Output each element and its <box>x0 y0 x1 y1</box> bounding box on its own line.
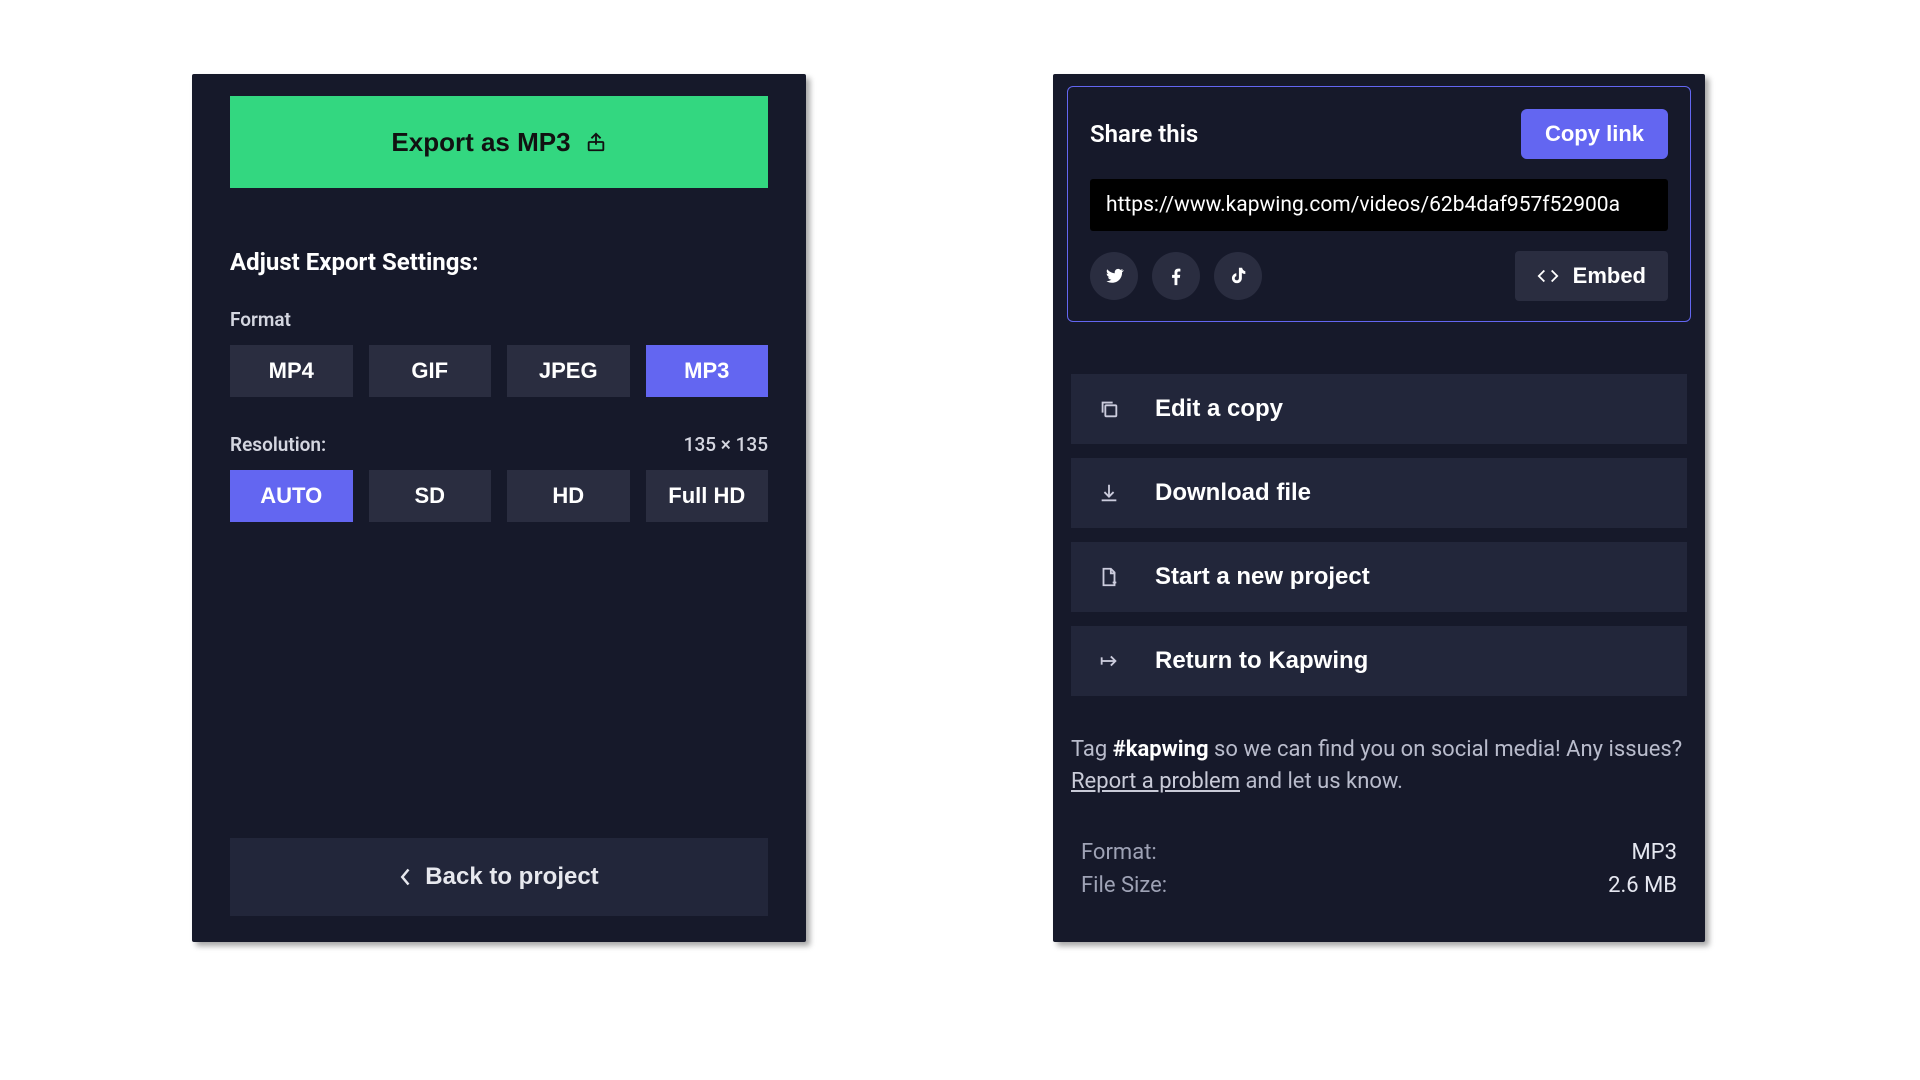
export-button-label: Export as MP3 <box>391 127 570 158</box>
meta-size-label: File Size: <box>1081 869 1167 902</box>
return-label: Return to Kapwing <box>1155 647 1368 675</box>
format-mp4[interactable]: MP4 <box>230 345 353 397</box>
new-project-button[interactable]: Start a new project <box>1071 542 1687 612</box>
meta-format-label: Format: <box>1081 836 1157 869</box>
resolution-fullhd[interactable]: Full HD <box>646 470 769 522</box>
resolution-chip-row: AUTO SD HD Full HD <box>230 470 768 522</box>
blurb-pre: Tag <box>1071 737 1113 762</box>
export-button[interactable]: Export as MP3 <box>230 96 768 188</box>
download-file-label: Download file <box>1155 479 1311 507</box>
embed-button[interactable]: Embed <box>1515 251 1668 301</box>
resolution-hd[interactable]: HD <box>507 470 630 522</box>
resolution-label: Resolution: <box>230 433 326 456</box>
share-title: Share this <box>1090 120 1198 148</box>
resolution-row: Resolution: 135 × 135 <box>230 433 768 456</box>
share-panel: Share this Copy link https://www.kapwing… <box>1053 74 1705 942</box>
facebook-icon <box>1165 265 1187 287</box>
format-mp3[interactable]: MP3 <box>646 345 769 397</box>
report-problem-link[interactable]: Report a problem <box>1071 769 1240 794</box>
share-facebook-button[interactable] <box>1152 252 1200 300</box>
share-box: Share this Copy link https://www.kapwing… <box>1067 86 1691 322</box>
share-tiktok-button[interactable] <box>1214 252 1262 300</box>
download-file-button[interactable]: Download file <box>1071 458 1687 528</box>
embed-label: Embed <box>1573 263 1646 289</box>
format-chip-row: MP4 GIF JPEG MP3 <box>230 345 768 397</box>
download-icon <box>1097 481 1121 505</box>
tag-blurb: Tag #kapwing so we can find you on socia… <box>1067 734 1691 798</box>
blurb-hashtag: #kapwing <box>1113 737 1209 762</box>
export-panel: Export as MP3 Adjust Export Settings: Fo… <box>192 74 806 942</box>
meta-format-value: MP3 <box>1632 836 1677 869</box>
settings-heading: Adjust Export Settings: <box>230 248 768 276</box>
edit-copy-button[interactable]: Edit a copy <box>1071 374 1687 444</box>
share-url-field[interactable]: https://www.kapwing.com/videos/62b4daf95… <box>1090 179 1668 231</box>
social-row: Embed <box>1090 251 1668 301</box>
action-list: Edit a copy Download file Start a new pr… <box>1067 374 1691 696</box>
share-twitter-button[interactable] <box>1090 252 1138 300</box>
return-arrow-icon <box>1097 649 1121 673</box>
meta-size-value: 2.6 MB <box>1608 869 1677 902</box>
export-meta: Format: MP3 File Size: 2.6 MB <box>1067 836 1691 902</box>
back-to-project-label: Back to project <box>425 863 598 891</box>
new-file-icon <box>1097 565 1121 589</box>
resolution-dimensions: 135 × 135 <box>684 433 768 456</box>
resolution-sd[interactable]: SD <box>369 470 492 522</box>
resolution-auto[interactable]: AUTO <box>230 470 353 522</box>
format-jpeg[interactable]: JPEG <box>507 345 630 397</box>
blurb-mid: so we can find you on social media! Any … <box>1209 737 1683 762</box>
edit-copy-label: Edit a copy <box>1155 395 1283 423</box>
new-project-label: Start a new project <box>1155 563 1370 591</box>
twitter-icon <box>1103 265 1125 287</box>
blurb-post: and let us know. <box>1240 769 1403 794</box>
format-gif[interactable]: GIF <box>369 345 492 397</box>
return-button[interactable]: Return to Kapwing <box>1071 626 1687 696</box>
back-to-project-button[interactable]: Back to project <box>230 838 768 916</box>
chevron-left-icon <box>399 867 413 887</box>
copy-link-button[interactable]: Copy link <box>1521 109 1668 159</box>
format-label: Format <box>230 308 768 331</box>
tiktok-icon <box>1227 265 1249 287</box>
copy-icon <box>1097 397 1121 421</box>
share-up-icon <box>585 131 607 153</box>
code-icon <box>1537 268 1559 284</box>
